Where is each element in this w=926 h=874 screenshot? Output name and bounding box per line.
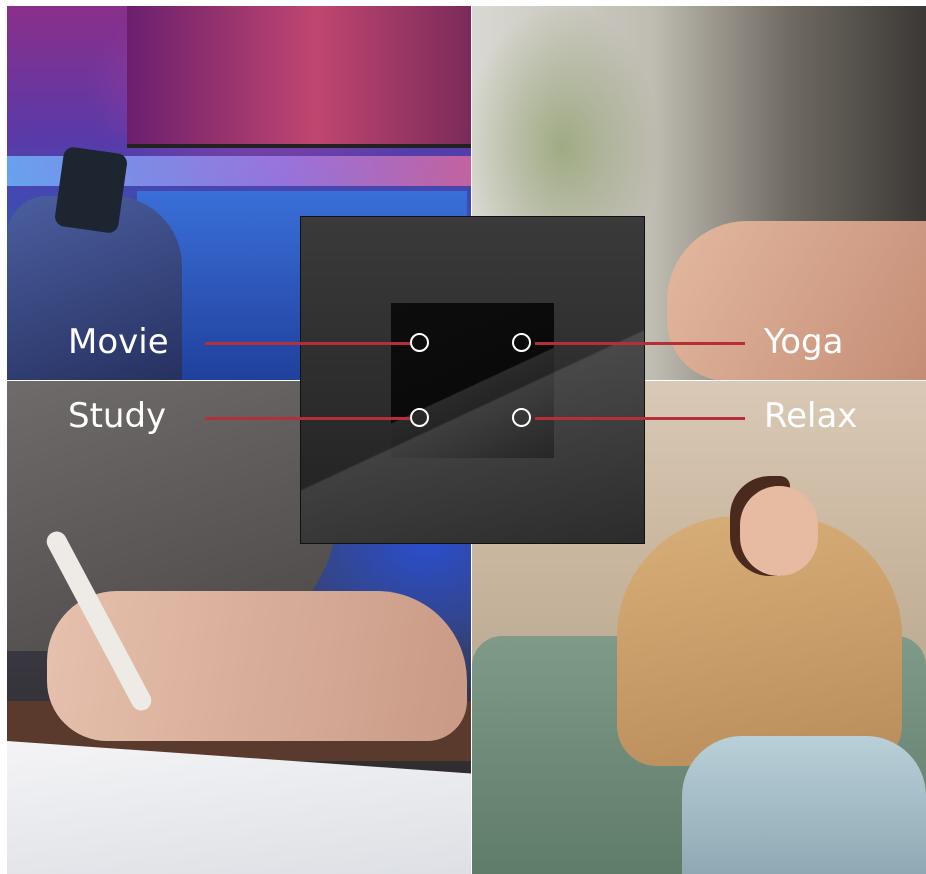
- movie-label: Movie: [68, 322, 169, 362]
- student-arms: [47, 591, 467, 741]
- tv-image: [127, 6, 471, 148]
- study-button[interactable]: [410, 408, 429, 427]
- glass-reflection: [301, 217, 644, 543]
- woman-legs: [682, 736, 926, 874]
- study-label: Study: [68, 396, 167, 436]
- study-leader-line: [205, 417, 410, 420]
- relax-button[interactable]: [512, 408, 531, 427]
- scene-switch-collage: Movie Yoga Study Relax: [0, 0, 926, 874]
- yoga-leader-line: [535, 342, 745, 345]
- woman-head: [740, 486, 818, 576]
- yoga-label: Yoga: [764, 322, 844, 362]
- relax-leader-line: [535, 417, 745, 420]
- remote-control-icon: [53, 145, 129, 235]
- yoga-button[interactable]: [512, 333, 531, 352]
- movie-button[interactable]: [410, 333, 429, 352]
- smart-switch-panel: [301, 217, 644, 543]
- relax-label: Relax: [764, 396, 858, 436]
- movie-leader-line: [205, 342, 410, 345]
